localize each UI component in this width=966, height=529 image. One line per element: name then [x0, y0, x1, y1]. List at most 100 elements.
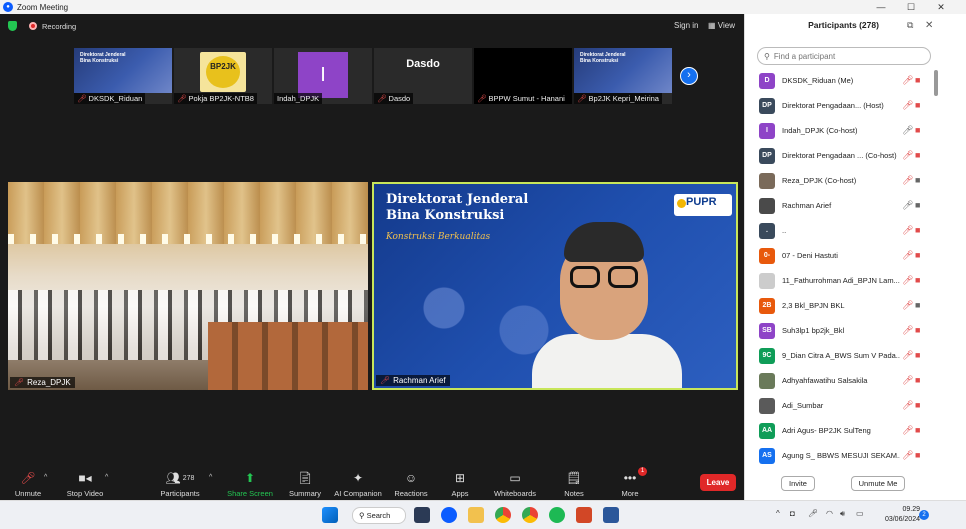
muted-mic-icon[interactable]: 🎤︎	[902, 300, 913, 311]
spotify-icon[interactable]	[549, 507, 565, 523]
view-button[interactable]: ▦ View	[708, 21, 735, 30]
video-icon[interactable]: ■	[915, 200, 920, 210]
notes-button[interactable]: 🗒︎ Notes	[556, 462, 592, 500]
tray-chevron-icon[interactable]: ^	[776, 509, 780, 518]
invite-button[interactable]: Invite	[781, 476, 815, 491]
participants-options-chevron-icon[interactable]: ^	[209, 474, 212, 481]
video-off-icon[interactable]: ■	[915, 450, 920, 460]
muted-mic-icon[interactable]: 🎤︎	[902, 400, 913, 411]
video-off-icon[interactable]: ■	[915, 150, 920, 160]
participant-row[interactable]: DP Direktorat Pengadaan... (Host) 🎤︎ ■	[745, 94, 935, 119]
muted-mic-icon[interactable]: 🎤︎	[902, 375, 913, 386]
participant-row[interactable]: Rachman Arief 🎤︎ ■	[745, 194, 935, 219]
chrome-icon[interactable]	[522, 507, 538, 523]
leave-button[interactable]: Leave	[700, 474, 736, 491]
chrome-icon[interactable]	[495, 507, 511, 523]
video-off-icon[interactable]: ■	[915, 325, 920, 335]
participant-row[interactable]: DP Direktorat Pengadaan ... (Co-host) 🎤︎ ■	[745, 144, 935, 169]
muted-mic-icon[interactable]: 🎤︎	[902, 450, 913, 461]
microphone-icon[interactable]: 🎤︎	[808, 509, 818, 518]
audio-options-chevron-icon[interactable]: ^	[44, 474, 47, 481]
muted-mic-icon[interactable]: 🎤︎	[902, 350, 913, 361]
start-windows-icon[interactable]	[322, 507, 338, 523]
participant-row[interactable]: SB Suh3lp1 bp2jk_Bkl 🎤︎ ■	[745, 319, 935, 344]
video-off-icon[interactable]: ■	[915, 350, 920, 360]
participants-button[interactable]: 👥︎ 278 Participants	[156, 462, 204, 500]
tray-app-icon[interactable]: ◘	[790, 509, 795, 518]
participant-thumbnail[interactable]: Dasdo 🎤︎ Dasdo	[374, 48, 472, 104]
video-off-icon[interactable]: ■	[915, 125, 920, 135]
video-options-chevron-icon[interactable]: ^	[105, 474, 108, 481]
participant-thumbnail[interactable]: Direktorat Jenderal Bina Konstruksi 🎤︎ DKS…	[74, 48, 172, 104]
video-off-icon[interactable]: ■	[915, 250, 920, 260]
unmute-me-button[interactable]: Unmute Me	[851, 476, 905, 491]
video-off-icon[interactable]: ■	[915, 100, 920, 110]
participant-row[interactable]: 9C 9_Dian Citra A_BWS Sum V Pada... 🎤︎ ■	[745, 344, 935, 369]
security-shield-icon[interactable]	[8, 21, 17, 31]
minimize-button[interactable]: —	[866, 0, 896, 14]
participant-search[interactable]: ⚲	[757, 47, 931, 65]
video-off-icon[interactable]: ■	[915, 425, 920, 435]
participant-row[interactable]: Adi_Sumbar 🎤︎ ■	[745, 394, 935, 419]
taskbar-search[interactable]: ⚲ Search	[352, 507, 406, 524]
unmute-button[interactable]: 🎤︎ Unmute	[8, 462, 48, 500]
video-off-icon[interactable]: ■	[915, 400, 920, 410]
wifi-icon[interactable]: ◠	[826, 509, 833, 518]
video-tile-left[interactable]: 🎤︎ Reza_DPJK	[8, 182, 368, 390]
participant-row[interactable]: AA Adri Agus- BP2JK SulTeng 🎤︎ ■	[745, 419, 935, 444]
popout-icon[interactable]: ⧉	[907, 20, 913, 31]
participant-thumbnail[interactable]: 🎤︎ BPPW Sumut - Hanani	[474, 48, 572, 104]
mic-icon[interactable]: 🎤︎	[902, 200, 913, 211]
close-button[interactable]: ✕	[926, 0, 956, 14]
whiteboards-button[interactable]: ▭ Whiteboards	[490, 462, 540, 500]
muted-mic-icon[interactable]: 🎤︎	[902, 225, 913, 236]
share-screen-button[interactable]: ⬆ Share Screen	[226, 462, 274, 500]
next-page-chevron-icon[interactable]: ›	[680, 67, 698, 85]
participant-row[interactable]: D DKSDK_Riduan (Me) 🎤︎ ■	[745, 69, 935, 94]
sign-in-link[interactable]: Sign in	[674, 21, 698, 30]
active-speaker-tile[interactable]: Direktorat Jenderal Bina Konstruksi Konst…	[372, 182, 738, 390]
notification-badge[interactable]: 2	[919, 510, 929, 520]
word-icon[interactable]	[603, 507, 619, 523]
volume-icon[interactable]: 🔊︎	[840, 509, 845, 519]
close-panel-icon[interactable]: ✕	[925, 20, 933, 31]
video-off-icon[interactable]: ■	[915, 375, 920, 385]
video-off-icon[interactable]: ■	[915, 275, 920, 285]
task-view-icon[interactable]	[414, 507, 430, 523]
clock[interactable]: 09.29 03/06/2024	[870, 505, 920, 525]
search-input[interactable]	[773, 51, 924, 61]
participant-row[interactable]: AS Agung S_ BBWS MESUJI SEKAM... 🎤︎ ■	[745, 444, 935, 469]
stop-video-button[interactable]: ■◂ Stop Video	[62, 462, 108, 500]
ai-companion-button[interactable]: ✦ AI Companion	[332, 462, 384, 500]
participant-row[interactable]: Adhyahfawatihu Salsakila 🎤︎ ■	[745, 369, 935, 394]
muted-mic-icon[interactable]: 🎤︎	[902, 75, 913, 86]
zoom-app-icon[interactable]	[441, 507, 457, 523]
muted-mic-icon[interactable]: 🎤︎	[902, 275, 913, 286]
muted-mic-icon[interactable]: 🎤︎	[902, 175, 913, 186]
powerpoint-icon[interactable]	[576, 507, 592, 523]
participant-row[interactable]: 11_Fathurrohman Adi_BPJN Lam... 🎤︎ ■	[745, 269, 935, 294]
mic-icon[interactable]: 🎤︎	[902, 125, 913, 136]
muted-mic-icon[interactable]: 🎤︎	[902, 100, 913, 111]
participant-thumbnail[interactable]: I Indah_DPJK	[274, 48, 372, 104]
participant-row[interactable]: 0- 07 - Deni Hastuti 🎤︎ ■	[745, 244, 935, 269]
reactions-button[interactable]: ☺ Reactions	[390, 462, 432, 500]
participant-row[interactable]: 2B 2,3 Bkl_BPJN BKL 🎤︎ ■	[745, 294, 935, 319]
participant-thumbnail[interactable]: Direktorat Jenderal Bina Konstruksi 🎤︎ Bp2…	[574, 48, 672, 104]
file-explorer-icon[interactable]	[468, 507, 484, 523]
maximize-button[interactable]: ☐	[896, 0, 926, 14]
scrollbar[interactable]	[934, 70, 938, 96]
muted-mic-icon[interactable]: 🎤︎	[902, 150, 913, 161]
video-off-icon[interactable]: ■	[915, 225, 920, 235]
participant-thumbnail[interactable]: BP2JK 🎤︎ Pokja BP2JK-NTB8	[174, 48, 272, 104]
apps-button[interactable]: ⊞ Apps	[442, 462, 478, 500]
summary-button[interactable]: 📄︎ Summary	[284, 462, 326, 500]
muted-mic-icon[interactable]: 🎤︎	[902, 250, 913, 261]
participant-row[interactable]: ... 🎤︎ ■	[745, 219, 935, 244]
participant-row[interactable]: Reza_DPJK (Co-host) 🎤︎ ■	[745, 169, 935, 194]
participant-row[interactable]: I Indah_DPJK (Co-host) 🎤︎ ■	[745, 119, 935, 144]
video-off-icon[interactable]: ■	[915, 75, 920, 85]
video-icon[interactable]: ■	[915, 300, 920, 310]
muted-mic-icon[interactable]: 🎤︎	[902, 425, 913, 436]
muted-mic-icon[interactable]: 🎤︎	[902, 325, 913, 336]
